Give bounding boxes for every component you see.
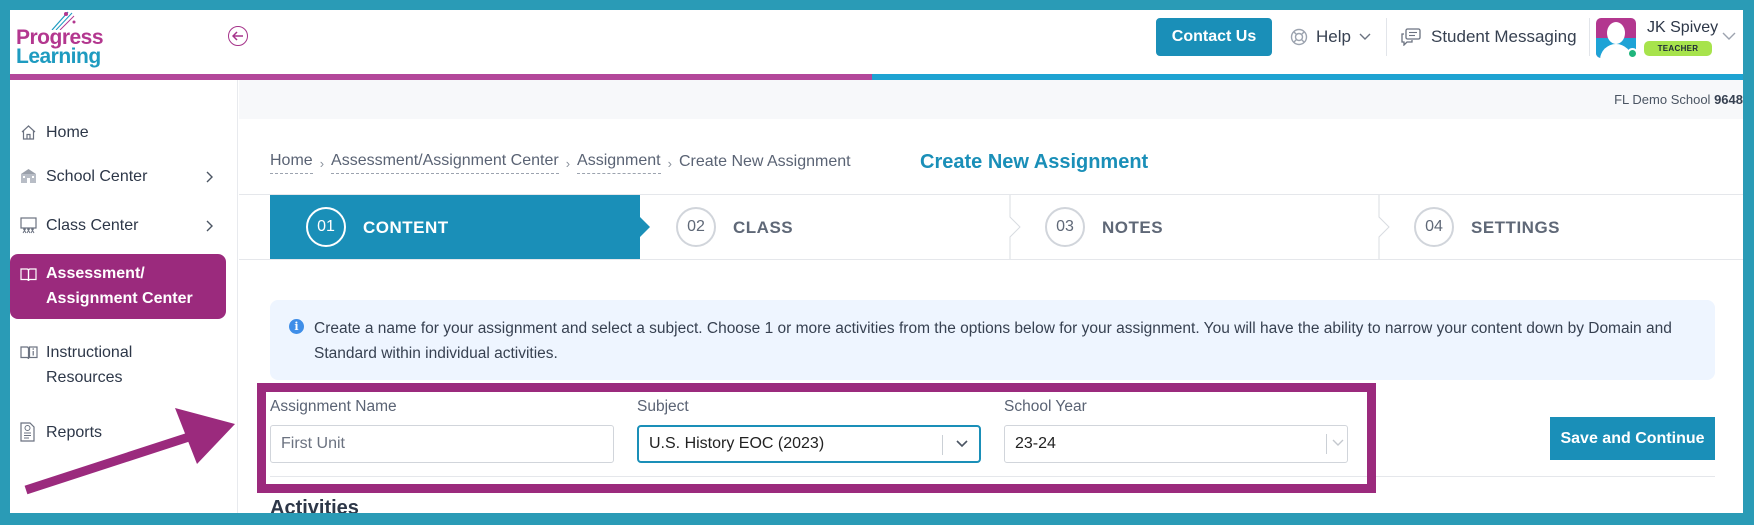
subject-value: U.S. History EOC (2023) [649, 435, 825, 452]
home-icon [21, 125, 36, 140]
report-icon [20, 422, 35, 442]
sidebar: Home School Center Class Center Assessme… [10, 80, 238, 513]
info-text: Create a name for your assignment and se… [314, 320, 1672, 362]
step-number: 01 [306, 207, 346, 247]
subject-select[interactable]: U.S. History EOC (2023) [637, 425, 981, 463]
step-content[interactable]: 01 CONTENT [270, 195, 640, 259]
assignment-name-input[interactable]: First Unit [270, 425, 614, 463]
section-divider [270, 476, 1715, 477]
user-menu-chevron-icon[interactable] [1722, 32, 1736, 41]
step-number: 02 [676, 207, 716, 247]
school-year-label: School Year [1004, 398, 1087, 415]
step-notes[interactable]: 03 NOTES [1009, 195, 1378, 259]
school-year-select[interactable]: 23-24 [1004, 425, 1348, 463]
select-separator [1326, 434, 1327, 454]
info-banner: i Create a name for your assignment and … [270, 300, 1715, 380]
sidebar-item-school-center[interactable]: School Center [10, 164, 238, 190]
classroom-icon [20, 217, 37, 234]
activities-heading: Activities [270, 497, 359, 513]
sidebar-item-label-line1: Instructional [46, 344, 133, 361]
info-icon: i [289, 319, 304, 334]
header-divider [1589, 18, 1590, 56]
breadcrumb-current: Create New Assignment [678, 152, 851, 170]
subject-field: Subject U.S. History EOC (2023) [637, 398, 981, 463]
header-divider [1386, 18, 1387, 56]
student-messaging-link[interactable]: Student Messaging [1401, 22, 1577, 52]
arrow-left-icon [232, 31, 243, 41]
chevron-right-icon [206, 171, 213, 183]
logo-text-learning: Learning [16, 45, 101, 68]
app-window: Progress Learning Contact Us Help Studen… [10, 10, 1743, 513]
school-year-value: 23-24 [1015, 435, 1056, 452]
school-name: FL Demo School [1614, 92, 1711, 107]
breadcrumb-home[interactable]: Home [270, 152, 313, 174]
sidebar-item-label: School Center [46, 168, 148, 185]
sidebar-item-label: Class Center [46, 217, 139, 234]
sidebar-item-class-center[interactable]: Class Center [10, 213, 238, 239]
assignment-name-field: Assignment Name First Unit [270, 398, 614, 463]
chat-bubbles-icon [1401, 28, 1421, 46]
sidebar-item-label-line2: Assignment Center [46, 290, 193, 307]
sidebar-item-home[interactable]: Home [10, 120, 238, 146]
step-class[interactable]: 02 CLASS [640, 195, 1009, 259]
breadcrumb-assessment-center[interactable]: Assessment/Assignment Center [331, 152, 559, 174]
sidebar-item-reports[interactable]: Reports [10, 420, 238, 446]
school-info-bar: FL Demo School 9648 [239, 80, 1743, 119]
student-messaging-label: Student Messaging [1431, 27, 1577, 46]
help-menu[interactable]: Help [1290, 22, 1371, 52]
chevron-down-icon [956, 440, 968, 448]
step-label: NOTES [1102, 218, 1164, 237]
assignment-name-label: Assignment Name [270, 398, 397, 415]
school-year-field: School Year 23-24 [1004, 398, 1348, 463]
breadcrumb-assignment[interactable]: Assignment [577, 152, 661, 174]
step-label: SETTINGS [1471, 218, 1561, 237]
online-status-dot [1627, 48, 1638, 59]
book-info-icon [20, 346, 38, 360]
help-label: Help [1316, 27, 1351, 46]
chevron-right-icon [206, 220, 213, 232]
progress-learning-logo[interactable]: Progress Learning [16, 10, 106, 68]
school-icon [21, 169, 36, 183]
lifebuoy-icon [1290, 28, 1308, 46]
subject-label: Subject [637, 398, 689, 415]
select-separator [942, 435, 943, 455]
sidebar-collapse-button[interactable] [228, 26, 248, 46]
sidebar-item-instructional-resources[interactable]: Instructional Resources [10, 340, 238, 392]
sidebar-item-label-line1: Assessment/ [46, 265, 145, 282]
main-content: Home › Assessment/Assignment Center › As… [239, 119, 1743, 513]
top-header: Progress Learning Contact Us Help Studen… [10, 10, 1743, 74]
sidebar-item-label-line2: Resources [46, 369, 123, 386]
save-and-continue-button[interactable]: Save and Continue [1550, 417, 1715, 460]
step-number: 03 [1045, 207, 1085, 247]
contact-us-button[interactable]: Contact Us [1156, 18, 1272, 56]
school-id: 9648 [1714, 92, 1743, 107]
role-badge: TEACHER [1644, 41, 1712, 56]
wizard-stepper: 01 CONTENT 02 CLASS 03 NOTES 04 SETTINGS [239, 194, 1743, 260]
breadcrumb-separator: › [667, 155, 672, 171]
step-number: 04 [1414, 207, 1454, 247]
step-settings[interactable]: 04 SETTINGS [1378, 195, 1743, 259]
breadcrumb-separator: › [319, 155, 325, 171]
user-name[interactable]: JK Spivey [1647, 19, 1718, 37]
sidebar-item-label: Reports [46, 424, 103, 441]
step-label: CLASS [733, 218, 794, 237]
chevron-down-icon [1332, 439, 1344, 446]
sidebar-item-assessment-assignment-center[interactable]: Assessment/ Assignment Center [10, 254, 226, 319]
step-label: CONTENT [363, 218, 449, 237]
school-label: FL Demo School 9648 [1614, 92, 1743, 107]
breadcrumb: Home › Assessment/Assignment Center › As… [270, 152, 851, 174]
chevron-down-icon [1359, 33, 1371, 40]
page-title: Create New Assignment [920, 151, 1149, 173]
book-icon [20, 268, 37, 282]
breadcrumb-separator: › [565, 155, 571, 171]
sidebar-item-label: Home [46, 124, 89, 141]
